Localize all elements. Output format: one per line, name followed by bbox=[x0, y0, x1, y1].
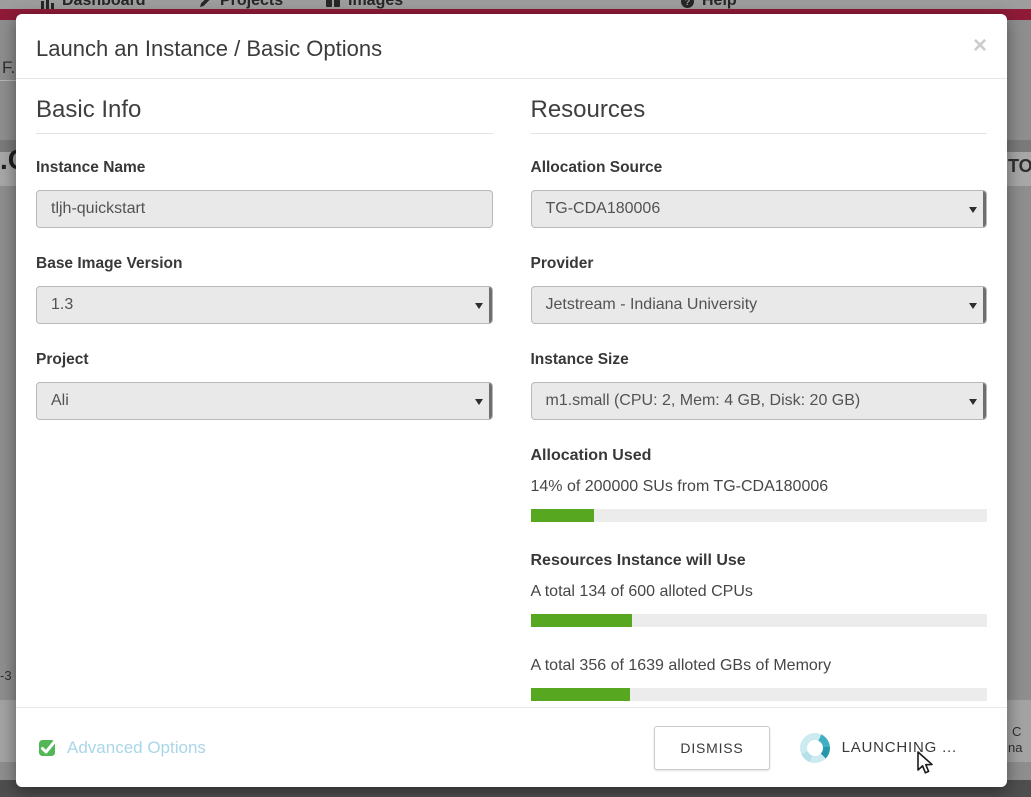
select-edge bbox=[489, 383, 492, 419]
cpu-usage-text: A total 134 of 600 alloted CPUs bbox=[531, 582, 988, 602]
advanced-options-link[interactable]: Advanced Options bbox=[38, 738, 206, 758]
chevron-down-icon bbox=[969, 303, 977, 309]
background-divider bbox=[0, 80, 16, 81]
resources-heading: Resources bbox=[531, 95, 988, 134]
resources-section: Resources Allocation Source TG-CDA180006… bbox=[531, 95, 988, 730]
launching-label: LAUNCHING ... bbox=[842, 739, 957, 756]
allocation-source-value: TG-CDA180006 bbox=[546, 200, 661, 217]
screen: Dashboard Projects Images ? Help F. .C -… bbox=[0, 0, 1031, 797]
base-image-version-label: Base Image Version bbox=[36, 254, 493, 274]
chevron-down-icon bbox=[969, 399, 977, 405]
project-select[interactable]: Ali bbox=[36, 382, 493, 420]
memory-usage-text: A total 356 of 1639 alloted GBs of Memor… bbox=[531, 656, 988, 676]
instance-name-label: Instance Name bbox=[36, 158, 493, 178]
images-icon bbox=[325, 0, 341, 9]
select-edge bbox=[983, 287, 986, 323]
launch-instance-modal: Launch an Instance / Basic Options × Bas… bbox=[16, 14, 1007, 787]
chevron-down-icon bbox=[969, 207, 977, 213]
select-edge bbox=[983, 383, 986, 419]
base-image-version-select[interactable]: 1.3 bbox=[36, 286, 493, 324]
background-text-fragment: F. bbox=[2, 58, 15, 78]
chevron-down-icon bbox=[475, 399, 483, 405]
modal-body: Basic Info Instance Name tljh-quickstart… bbox=[16, 79, 1007, 730]
background-text-fragment: na bbox=[1008, 740, 1022, 755]
allocation-used-progressbar bbox=[531, 509, 988, 522]
svg-text:?: ? bbox=[685, 0, 691, 7]
allocation-source-label: Allocation Source bbox=[531, 158, 988, 178]
background-text-fragment: TO bbox=[1008, 156, 1031, 177]
checkbox-checked-icon bbox=[38, 738, 58, 758]
mouse-cursor bbox=[916, 751, 938, 775]
instance-resources-heading: Resources Instance will Use bbox=[531, 551, 988, 571]
allocation-used-heading: Allocation Used bbox=[531, 446, 988, 466]
instance-size-label: Instance Size bbox=[531, 350, 988, 370]
progress-fill bbox=[531, 509, 595, 522]
basic-info-section: Basic Info Instance Name tljh-quickstart… bbox=[36, 95, 493, 730]
modal-footer: Advanced Options DISMISS LAUNCHING ... bbox=[16, 707, 1007, 787]
instance-size-value: m1.small (CPU: 2, Mem: 4 GB, Disk: 20 GB… bbox=[546, 392, 861, 409]
instance-size-select[interactable]: m1.small (CPU: 2, Mem: 4 GB, Disk: 20 GB… bbox=[531, 382, 988, 420]
progress-fill bbox=[531, 614, 633, 627]
project-value: Ali bbox=[51, 392, 69, 409]
provider-select[interactable]: Jetstream - Indiana University bbox=[531, 286, 988, 324]
modal-header: Launch an Instance / Basic Options × bbox=[16, 14, 1007, 79]
instance-name-value: tljh-quickstart bbox=[51, 200, 145, 217]
dashboard-icon bbox=[40, 0, 55, 9]
allocation-used-text: 14% of 200000 SUs from TG-CDA180006 bbox=[531, 477, 988, 497]
instance-name-input[interactable]: tljh-quickstart bbox=[36, 190, 493, 228]
loading-spinner-icon bbox=[800, 733, 830, 763]
close-icon[interactable]: × bbox=[973, 34, 987, 58]
project-label: Project bbox=[36, 350, 493, 370]
pencil-icon bbox=[198, 0, 213, 9]
cpu-usage-progressbar bbox=[531, 614, 988, 627]
memory-usage-progressbar bbox=[531, 688, 988, 701]
base-image-version-value: 1.3 bbox=[51, 296, 73, 313]
spinner-hole bbox=[807, 740, 823, 756]
progress-fill bbox=[531, 688, 630, 701]
provider-value: Jetstream - Indiana University bbox=[546, 296, 758, 313]
help-icon: ? bbox=[680, 0, 695, 9]
basic-info-heading: Basic Info bbox=[36, 95, 493, 134]
advanced-options-label: Advanced Options bbox=[67, 738, 206, 758]
chevron-down-icon bbox=[475, 303, 483, 309]
allocation-source-select[interactable]: TG-CDA180006 bbox=[531, 190, 988, 228]
provider-label: Provider bbox=[531, 254, 988, 274]
select-edge bbox=[489, 287, 492, 323]
background-text-fragment: C bbox=[1012, 724, 1021, 739]
modal-title: Launch an Instance / Basic Options bbox=[36, 36, 987, 62]
dismiss-button[interactable]: DISMISS bbox=[654, 726, 769, 770]
select-edge bbox=[983, 191, 986, 227]
